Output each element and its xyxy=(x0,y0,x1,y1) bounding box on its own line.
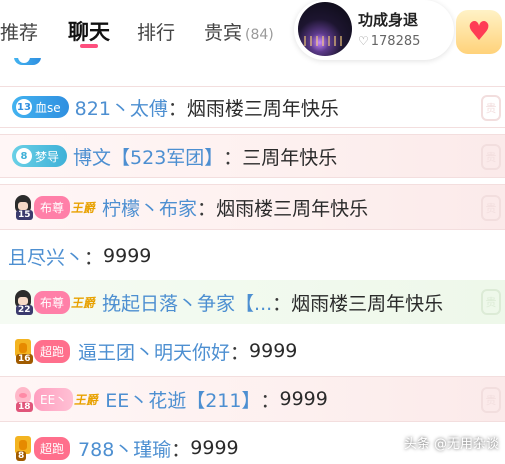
chat-content: 9999 xyxy=(190,437,239,459)
tab-vip[interactable]: 贵宾 (84) xyxy=(204,18,274,45)
pig-avatar-icon: 18 xyxy=(10,385,36,413)
chat-message-partial xyxy=(0,58,505,68)
chat-message[interactable]: 16 超跑 逼王团丶明天你好 ： 9999 xyxy=(0,330,505,372)
chat-content: 烟雨楼三周年快乐 xyxy=(186,97,339,120)
medal-outline-icon: 贵 xyxy=(481,289,501,315)
active-tab-indicator xyxy=(80,44,98,48)
chat-separator: ： xyxy=(84,246,104,269)
chat-separator: ： xyxy=(260,389,280,412)
crown-badge-icon: 王爵 xyxy=(70,200,98,215)
avatar-level: 18 xyxy=(16,402,33,412)
crown-badge-icon: 王爵 xyxy=(70,295,98,310)
chat-content: 烟雨楼三周年快乐 xyxy=(291,292,444,315)
medal-outline-icon: 贵 xyxy=(481,387,501,413)
avatar-level: 22 xyxy=(16,305,33,315)
heart-gift-icon: ♥ xyxy=(467,17,491,47)
chat-content: 烟雨楼三周年快乐 xyxy=(216,197,369,220)
chat-content: 9999 xyxy=(279,388,328,410)
chat-message[interactable]: 且尽兴丶 ： 9999 xyxy=(0,236,505,276)
chat-separator: ： xyxy=(230,341,250,364)
fan-badge-level: 13 xyxy=(16,99,32,115)
tab-recommend[interactable]: 推荐 xyxy=(0,18,38,45)
fan-badge: 8 梦导 xyxy=(12,145,68,167)
avatar-level: 15 xyxy=(16,210,33,220)
anchor-likes: ♡ 178285 xyxy=(358,34,420,49)
chat-list[interactable]: 13 血se 821丶太傅 ： 烟雨楼三周年快乐 贵 8 梦导 博文【523军团… xyxy=(0,58,505,464)
chat-nickname[interactable]: 挽起日落丶争家【... xyxy=(102,289,272,316)
title-tag: 布尊 xyxy=(34,195,71,219)
crown-badge-icon: 王爵 xyxy=(73,392,101,407)
reward-button[interactable]: ♥ xyxy=(456,10,502,54)
user-avatar-icon: 22 xyxy=(10,288,36,316)
chat-nickname[interactable]: EE丶花逝【211】 xyxy=(105,386,260,413)
chat-nickname[interactable]: 且尽兴丶 xyxy=(8,243,84,270)
title-tag: 布尊 xyxy=(34,290,71,314)
chat-nickname[interactable]: 柠檬丶布家 xyxy=(102,194,197,221)
chat-content: 三周年快乐 xyxy=(242,146,338,169)
title-tag: EE丶 xyxy=(34,387,74,411)
medal-outline-icon: 贵 xyxy=(481,95,501,121)
chat-nickname[interactable]: 788丶瑾瑜 xyxy=(78,435,171,462)
chat-message[interactable]: 18 EE丶 王爵 EE丶花逝【211】 ： 9999 贵 xyxy=(0,376,505,422)
medal-outline-icon: 贵 xyxy=(481,144,501,170)
tab-vip-label: 贵宾 xyxy=(204,22,243,44)
dream-avatar-icon: 8 xyxy=(10,434,36,462)
anchor-likes-count: 178285 xyxy=(370,34,421,49)
top-tab-bar: 推荐 聊天 排行 贵宾 (84) 功成身退 ♡ 178285 ♥ xyxy=(0,0,505,64)
dream-avatar-icon: 16 xyxy=(10,337,36,365)
avatar-level: 8 xyxy=(16,451,27,461)
tab-ranking[interactable]: 排行 xyxy=(137,18,175,45)
tab-chat[interactable]: 聊天 xyxy=(68,16,110,46)
anchor-name: 功成身退 xyxy=(358,11,419,29)
chat-separator: ： xyxy=(171,438,191,461)
chat-message[interactable]: 8 梦导 博文【523军团】 ： 三周年快乐 贵 xyxy=(0,134,505,178)
chat-message[interactable]: 22 布尊 王爵 挽起日落丶争家【... ： 烟雨楼三周年快乐 贵 xyxy=(0,280,505,324)
fan-badge-level: 8 xyxy=(16,148,32,164)
chat-message[interactable]: 13 血se 821丶太傅 ： 烟雨楼三周年快乐 贵 xyxy=(0,86,505,128)
avatar-level: 16 xyxy=(16,354,33,364)
chat-separator: ： xyxy=(223,146,243,169)
watermark: 头条 @无用杂谈 xyxy=(403,437,499,452)
chat-nickname[interactable]: 821丶太傅 xyxy=(75,94,168,121)
chat-separator: ： xyxy=(272,292,292,315)
fan-badge-label: 梦导 xyxy=(35,149,60,164)
medal-outline-icon: 贵 xyxy=(481,195,501,221)
fan-badge: 13 血se xyxy=(12,96,69,118)
anchor-avatar[interactable] xyxy=(298,2,352,56)
title-tag: 超跑 xyxy=(34,339,71,363)
chat-nickname[interactable]: 博文【523军团】 xyxy=(73,143,223,170)
chat-separator: ： xyxy=(167,97,187,120)
fan-badge-label: 血se xyxy=(35,100,61,115)
chat-content: 9999 xyxy=(249,340,298,362)
user-avatar-icon: 15 xyxy=(10,193,36,221)
fan-badge xyxy=(14,58,41,65)
chat-separator: ： xyxy=(197,197,217,220)
chat-nickname[interactable]: 逼王团丶明天你好 xyxy=(78,338,230,365)
chat-content: 9999 xyxy=(103,245,152,267)
vip-count: (84) xyxy=(245,27,274,43)
anchor-card[interactable]: 功成身退 ♡ 178285 xyxy=(294,0,454,60)
title-tag: 超跑 xyxy=(34,436,71,460)
heart-outline-icon: ♡ xyxy=(358,34,369,48)
chat-message[interactable]: 15 布尊 王爵 柠檬丶布家 ： 烟雨楼三周年快乐 贵 xyxy=(0,184,505,230)
fan-badge-level xyxy=(18,58,30,63)
